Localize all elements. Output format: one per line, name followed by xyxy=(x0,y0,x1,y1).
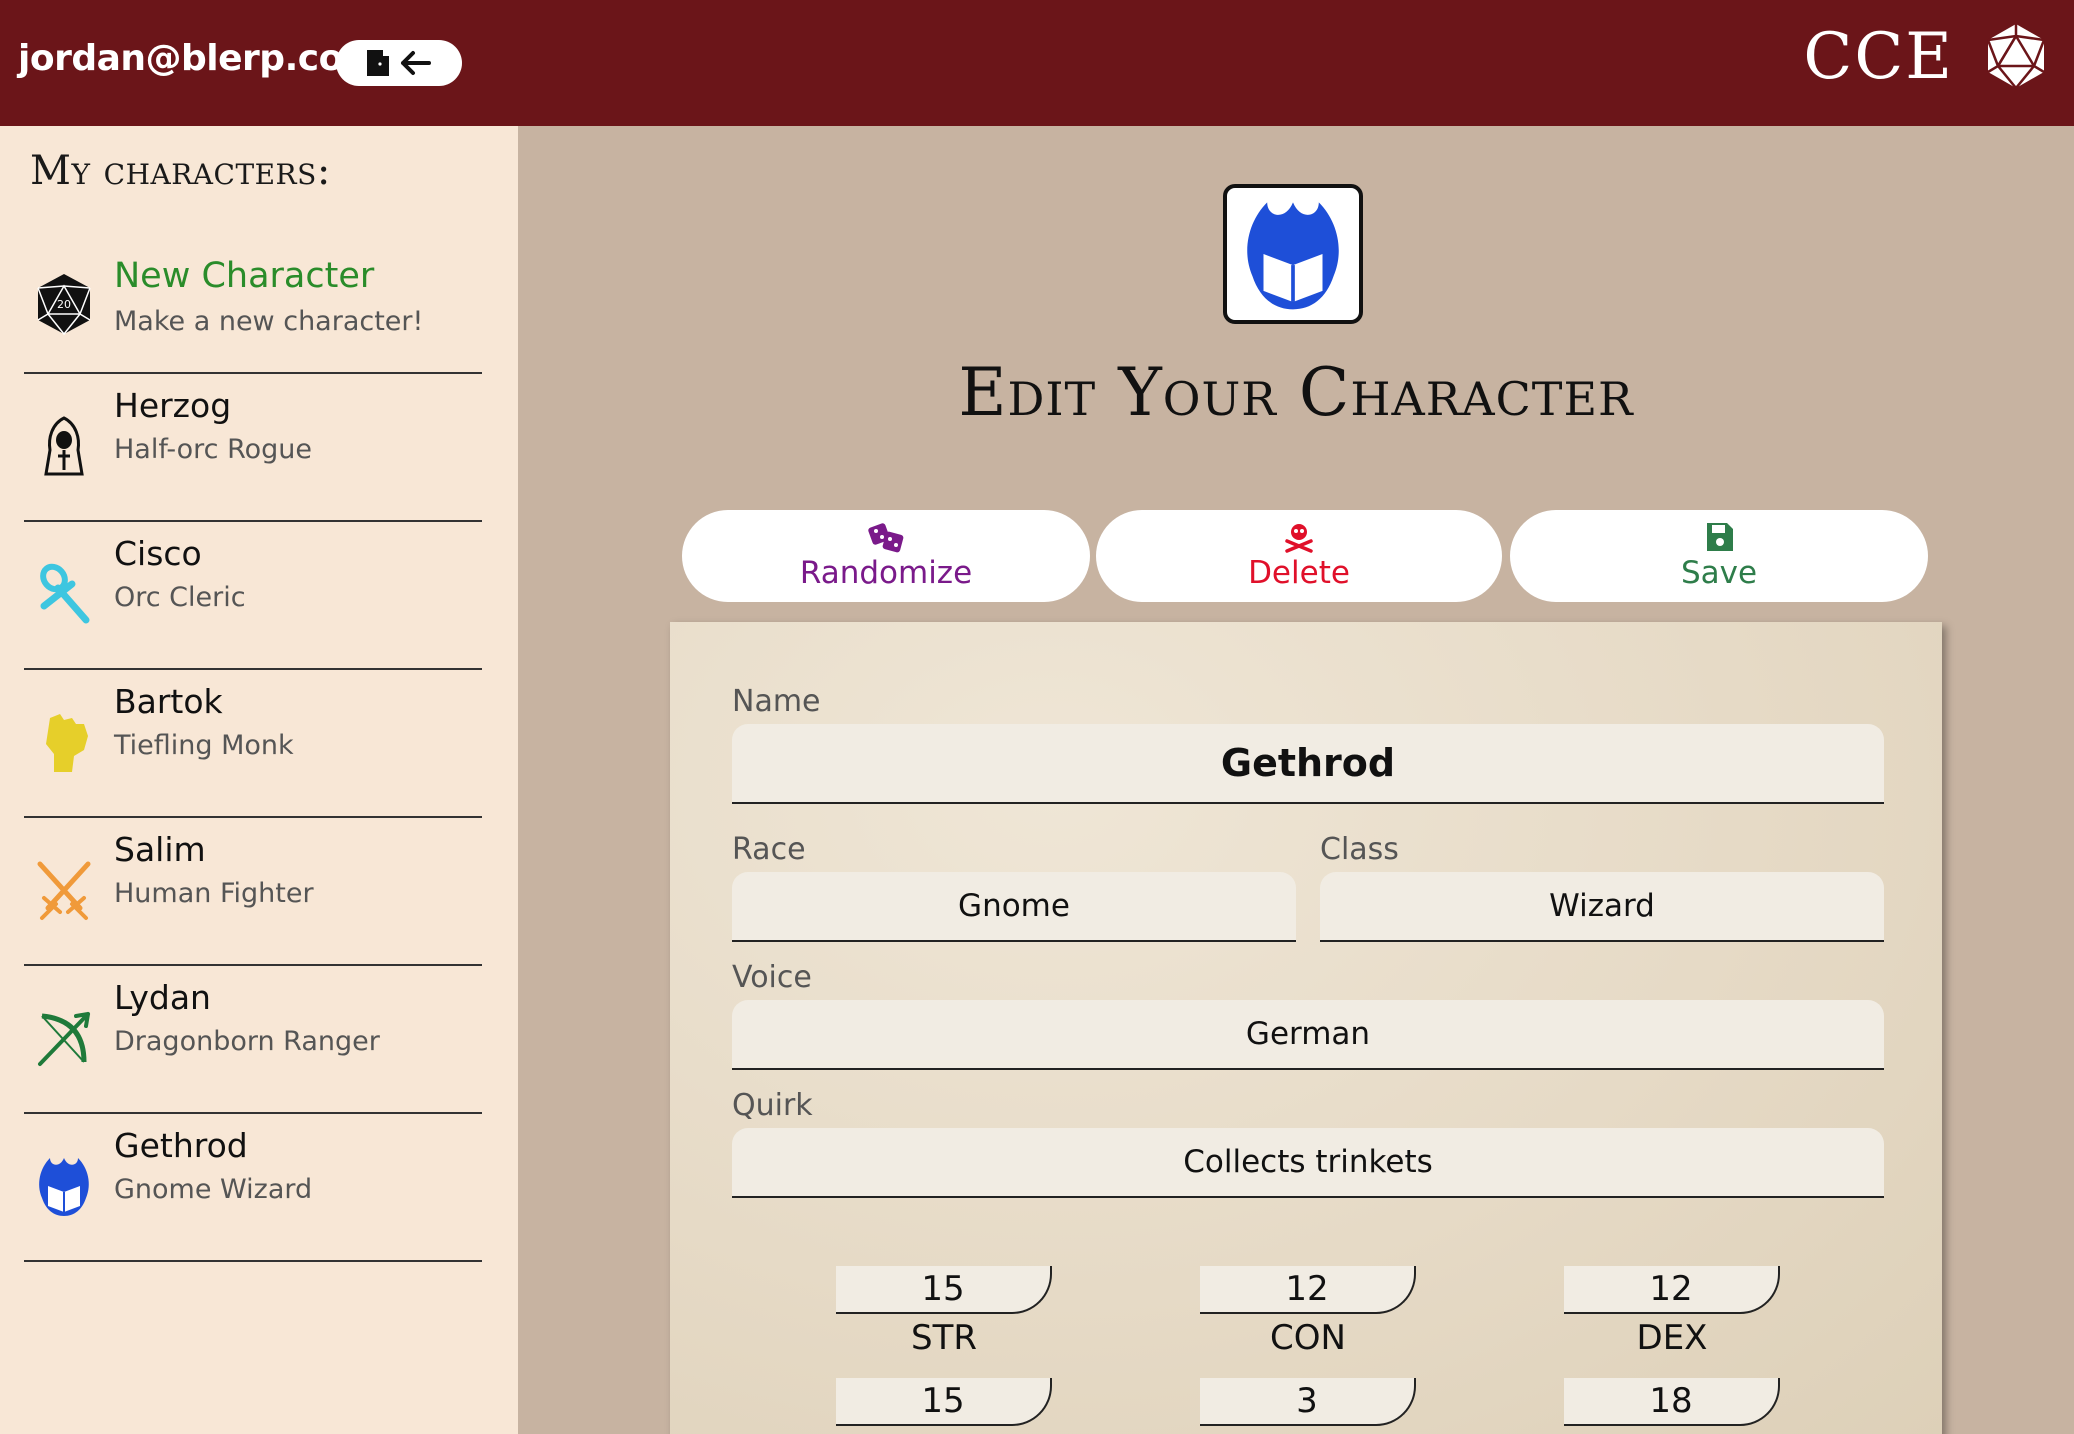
character-item-bartok[interactable]: Bartok Tiefling Monk xyxy=(24,670,482,818)
character-name: Gethrod xyxy=(114,1126,248,1165)
logout-button[interactable] xyxy=(336,40,462,86)
character-name: Salim xyxy=(114,830,206,869)
save-button[interactable]: Save xyxy=(1510,510,1928,602)
crossed-swords-icon xyxy=(37,861,91,920)
stat-name: CON xyxy=(1270,1318,1346,1358)
dice-icon xyxy=(868,523,904,553)
bow-arrow-icon xyxy=(38,1012,90,1066)
fist-icon xyxy=(46,714,88,772)
stat-6: 18 xyxy=(1564,1378,1784,1434)
name-label: Name xyxy=(732,684,821,719)
ankh-icon xyxy=(40,563,90,624)
save-label: Save xyxy=(1680,555,1758,591)
character-name: Lydan xyxy=(114,978,211,1017)
skull-crossbones-icon xyxy=(1285,524,1313,553)
character-name: Bartok xyxy=(114,682,223,721)
delete-label: Delete xyxy=(1248,555,1350,591)
character-name: Cisco xyxy=(114,534,202,573)
character-subtitle: Tiefling Monk xyxy=(114,730,294,761)
character-list: 20 New Character Make a new character! H… xyxy=(24,246,482,1262)
character-item-lydan[interactable]: Lydan Dragonborn Ranger xyxy=(24,966,482,1114)
randomize-label: Randomize xyxy=(799,555,973,591)
stat-value-input[interactable]: 18 xyxy=(1564,1378,1780,1426)
character-sheet: Name Gethrod Race Gnome Class Wizard Voi… xyxy=(670,622,1942,1434)
stat-value-input[interactable]: 12 xyxy=(1564,1266,1780,1314)
character-subtitle: Orc Cleric xyxy=(114,582,246,613)
character-item-gethrod[interactable]: Gethrod Gnome Wizard xyxy=(24,1114,482,1262)
hooded-figure-icon xyxy=(44,416,84,476)
main-content: Edit Your Character Randomize Delete Sav… xyxy=(518,126,2074,1434)
logout-icon xyxy=(367,50,431,76)
character-item-salim[interactable]: Salim Human Fighter xyxy=(24,818,482,966)
character-subtitle: Make a new character! xyxy=(114,306,424,337)
sidebar-title: My characters: xyxy=(30,148,331,194)
character-name: Herzog xyxy=(114,386,232,425)
stat-value-input[interactable]: 3 xyxy=(1200,1378,1416,1426)
character-item-new[interactable]: 20 New Character Make a new character! xyxy=(24,246,482,374)
stat-name: DEX xyxy=(1636,1318,1708,1358)
stat-str: 15 STR xyxy=(836,1266,1056,1376)
stat-value-input[interactable]: 15 xyxy=(836,1378,1052,1426)
randomize-button[interactable]: Randomize xyxy=(682,510,1090,602)
character-subtitle: Dragonborn Ranger xyxy=(114,1026,380,1057)
stat-dex: 12 DEX xyxy=(1564,1266,1784,1376)
floppy-disk-icon xyxy=(1707,523,1733,551)
flaming-book-icon xyxy=(39,1158,89,1216)
top-bar: jordan@blerp.com CCE xyxy=(0,0,2074,126)
stat-con: 12 CON xyxy=(1200,1266,1420,1376)
character-sidebar: My characters: 20 New Character Make a n… xyxy=(0,126,518,1434)
quirk-label: Quirk xyxy=(732,1088,813,1123)
d20-brand-icon xyxy=(1986,24,2046,90)
page-title: Edit Your Character xyxy=(958,354,1634,431)
character-item-cisco[interactable]: Cisco Orc Cleric xyxy=(24,522,482,670)
quirk-input[interactable]: Collects trinkets xyxy=(732,1128,1884,1198)
svg-text:20: 20 xyxy=(57,298,71,311)
d20-icon: 20 xyxy=(37,274,91,336)
brand-logo-text: CCE xyxy=(1803,20,1954,94)
stat-5: 3 xyxy=(1200,1378,1420,1434)
character-subtitle: Gnome Wizard xyxy=(114,1174,313,1205)
character-name: New Character xyxy=(114,256,375,296)
name-input[interactable]: Gethrod xyxy=(732,724,1884,804)
class-input[interactable]: Wizard xyxy=(1320,872,1884,942)
character-subtitle: Human Fighter xyxy=(114,878,314,909)
race-label: Race xyxy=(732,832,806,867)
user-email: jordan@blerp.com xyxy=(18,38,380,79)
stat-value-input[interactable]: 15 xyxy=(836,1266,1052,1314)
flaming-book-icon xyxy=(1247,202,1339,310)
character-portrait[interactable] xyxy=(1223,184,1363,324)
voice-label: Voice xyxy=(732,960,812,995)
character-subtitle: Half-orc Rogue xyxy=(114,434,313,465)
class-label: Class xyxy=(1320,832,1399,867)
voice-input[interactable]: German xyxy=(732,1000,1884,1070)
character-item-herzog[interactable]: Herzog Half-orc Rogue xyxy=(24,374,482,522)
stat-value-input[interactable]: 12 xyxy=(1200,1266,1416,1314)
delete-button[interactable]: Delete xyxy=(1096,510,1502,602)
race-input[interactable]: Gnome xyxy=(732,872,1296,942)
stat-4: 15 xyxy=(836,1378,1056,1434)
stat-name: STR xyxy=(911,1318,977,1358)
